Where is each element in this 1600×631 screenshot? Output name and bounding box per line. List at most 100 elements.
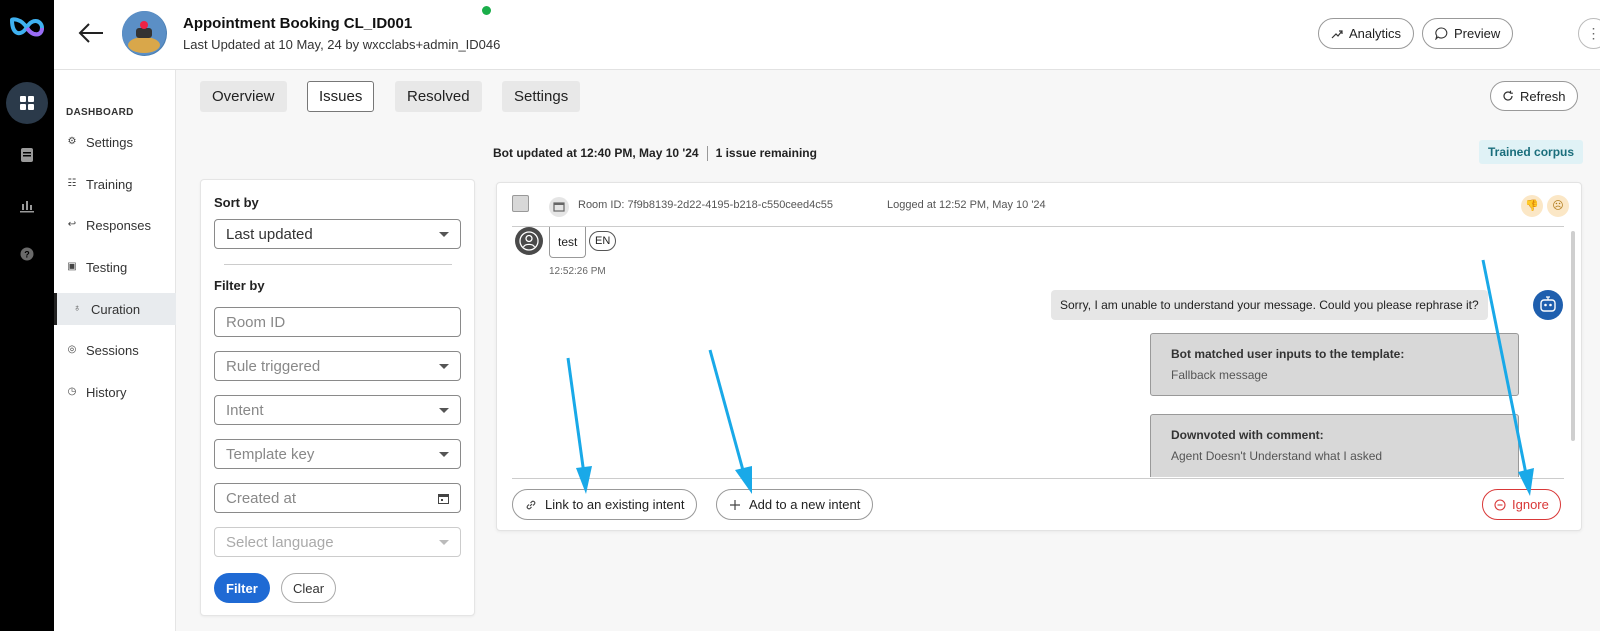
sidebar-item-testing[interactable]: ▣ Testing: [54, 251, 176, 283]
add-new-intent-button[interactable]: Add to a new intent: [716, 489, 874, 520]
created-at-date-input[interactable]: Created at: [214, 483, 461, 513]
sidebar-item-label: Responses: [86, 217, 152, 233]
dashboard-sidebar: DASHBOARD ⚙ Settings ☷ Training ↩ Respon…: [54, 70, 176, 631]
page-title: Appointment Booking CL_ID001: [183, 15, 413, 32]
back-arrow-icon[interactable]: [76, 18, 106, 48]
ignore-label: Ignore: [1512, 497, 1549, 512]
preview-label: Preview: [1454, 26, 1501, 41]
link-existing-intent-button[interactable]: Link to an existing intent: [512, 489, 698, 520]
app-rail: ?: [0, 0, 54, 631]
sort-by-select[interactable]: Last updated: [214, 219, 461, 249]
analytics-label: Analytics: [1349, 26, 1402, 41]
last-updated-text: Last Updated at 10 May, 24 by wxcclabs+a…: [183, 37, 501, 52]
chevron-down-icon: [439, 407, 449, 413]
room-icon: [549, 197, 569, 217]
sidebar-item-curation[interactable]: ♁ Curation: [54, 293, 176, 325]
template-match-value: Fallback message: [1171, 368, 1268, 382]
top-bar: Appointment Booking CL_ID001 Last Update…: [54, 0, 1600, 70]
clear-button[interactable]: Clear: [281, 573, 337, 603]
sidebar-item-responses[interactable]: ↩ Responses: [54, 209, 176, 241]
refresh-label: Refresh: [1520, 88, 1566, 104]
rule-triggered-select[interactable]: Rule triggered: [214, 351, 461, 381]
filter-by-label: Filter by: [214, 278, 265, 293]
downvote-heading: Downvoted with comment:: [1171, 428, 1324, 442]
room-id-input[interactable]: Room ID: [214, 307, 461, 337]
document-icon[interactable]: [6, 134, 48, 176]
filter-divider: [224, 264, 452, 265]
gear-icon: ⚙: [67, 136, 77, 147]
preview-button[interactable]: Preview: [1422, 18, 1514, 49]
thumbs-down-icon: 👎: [1521, 195, 1543, 217]
dashboard-icon[interactable]: [6, 82, 48, 124]
webex-logo-icon[interactable]: [9, 15, 45, 41]
sidebar-item-label: Sessions: [86, 342, 139, 358]
downvote-comment: Agent Doesn't Understand what I asked: [1171, 449, 1383, 463]
sidebar-item-label: Curation: [91, 301, 141, 317]
lightbulb-icon: ♁: [73, 303, 81, 314]
sad-face-icon: ☹: [1547, 195, 1569, 217]
intent-select[interactable]: Intent: [214, 395, 461, 425]
template-key-placeholder: Template key: [226, 445, 315, 463]
language-placeholder: Select language: [226, 533, 334, 551]
user-message-time: 12:52:26 PM: [549, 266, 606, 277]
refresh-button[interactable]: Refresh: [1490, 81, 1578, 111]
language-badge: EN: [589, 231, 617, 251]
online-status-dot: [482, 6, 491, 15]
issues-remaining-text: 1 issue remaining: [715, 146, 817, 160]
trend-icon: [1331, 29, 1343, 38]
chevron-down-icon: [439, 363, 449, 369]
user-avatar-icon: [515, 227, 543, 255]
tab-overview[interactable]: Overview: [200, 81, 287, 112]
conversation-transcript[interactable]: test EN 12:52:26 PM Sorry, I am unable t…: [512, 227, 1564, 477]
actions-divider: [512, 478, 1564, 479]
chat-bubble-icon: [1435, 27, 1448, 40]
user-message-bubble: test: [549, 227, 587, 258]
sidebar-item-label: History: [86, 384, 127, 400]
help-icon[interactable]: ?: [6, 233, 48, 275]
trained-corpus-badge: Trained corpus: [1479, 140, 1584, 164]
add-new-label: Add to a new intent: [749, 497, 861, 512]
link-existing-label: Link to an existing intent: [545, 497, 685, 512]
chevron-down-icon: [439, 539, 449, 545]
sidebar-item-settings[interactable]: ⚙ Settings: [54, 126, 176, 158]
link-icon: [526, 500, 536, 509]
sidebar-item-sessions[interactable]: ◎ Sessions: [54, 334, 176, 366]
language-select[interactable]: Select language: [214, 527, 461, 557]
plus-icon: [730, 499, 740, 510]
sort-by-label: Sort by: [214, 195, 259, 210]
status-divider: [706, 146, 708, 161]
sidebar-section-label: DASHBOARD: [66, 107, 134, 118]
sidebar-item-history[interactable]: ◷ History: [54, 376, 176, 408]
room-id-placeholder: Room ID: [226, 313, 286, 331]
bot-avatar: [122, 11, 167, 56]
issue-card: Room ID: 7f9b8139-2d22-4195-b218-c550cee…: [496, 182, 1582, 531]
ignore-button[interactable]: Ignore: [1482, 489, 1561, 520]
sidebar-item-training[interactable]: ☷ Training: [54, 168, 176, 200]
room-id-text: Room ID: 7f9b8139-2d22-4195-b218-c550cee…: [578, 199, 834, 211]
template-match-heading: Bot matched user inputs to the template:: [1171, 347, 1405, 361]
sidebar-item-label: Training: [86, 176, 133, 192]
tab-settings[interactable]: Settings: [502, 81, 581, 112]
training-icon: ☷: [67, 178, 77, 189]
filter-panel: Sort by Last updated Filter by Room ID R…: [200, 179, 475, 616]
more-options-button[interactable]: ⋮: [1578, 18, 1600, 49]
downvote-comment-box: Downvoted with comment: Agent Doesn't Un…: [1150, 414, 1519, 477]
template-key-select[interactable]: Template key: [214, 439, 461, 469]
issue-select-checkbox[interactable]: [512, 195, 529, 212]
calendar-icon[interactable]: [438, 493, 449, 504]
sidebar-item-label: Testing: [86, 259, 128, 275]
rule-triggered-placeholder: Rule triggered: [226, 357, 321, 375]
filter-button[interactable]: Filter: [214, 573, 270, 603]
history-icon: ◷: [67, 386, 77, 397]
bot-avatar-icon: [1533, 290, 1563, 320]
chevron-down-icon: [439, 231, 449, 237]
transcript-scrollbar[interactable]: [1571, 231, 1575, 441]
analytics-icon[interactable]: [6, 184, 48, 226]
template-match-box: Bot matched user inputs to the template:…: [1150, 333, 1519, 396]
bot-status-line: Bot updated at 12:40 PM, May 10 '24 1 is…: [493, 146, 817, 161]
tab-issues[interactable]: Issues: [307, 81, 375, 112]
tab-resolved[interactable]: Resolved: [395, 81, 482, 112]
analytics-button[interactable]: Analytics: [1318, 18, 1415, 49]
bot-message-bubble: Sorry, I am unable to understand your me…: [1051, 290, 1488, 320]
created-at-placeholder: Created at: [226, 489, 297, 507]
